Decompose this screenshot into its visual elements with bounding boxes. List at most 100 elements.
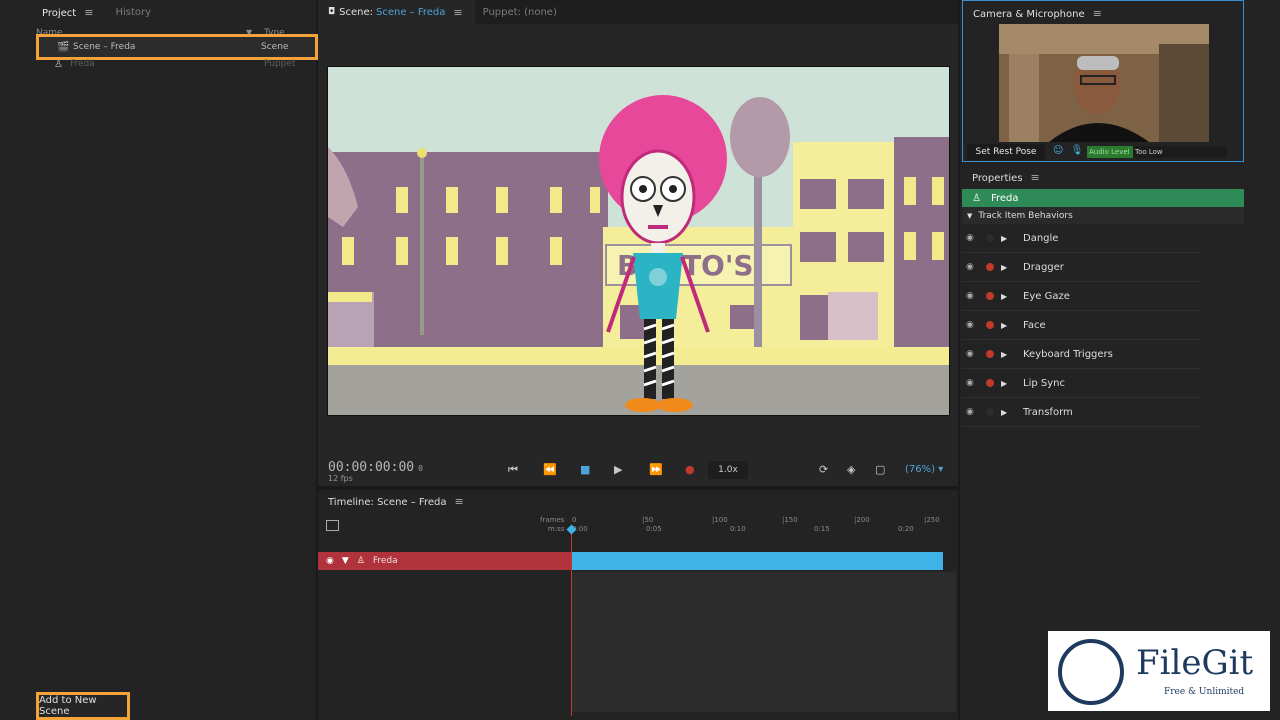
arm-record-dot[interactable] — [986, 379, 994, 387]
behavior-row-face[interactable]: ◉ ▶ Face — [962, 311, 1200, 340]
behaviors-header-label: Track Item Behaviors — [978, 210, 1073, 221]
behavior-row-eye-gaze[interactable]: ◉ ▶ Eye Gaze — [962, 282, 1200, 311]
camera-microphone-panel: Camera & Microphone ≡ Set Rest Pose ☺ 🎙 — [962, 0, 1244, 162]
eye-icon[interactable]: ◉ — [966, 349, 982, 359]
eye-icon[interactable]: ◉ — [966, 407, 982, 417]
arm-record-dot[interactable] — [986, 234, 994, 242]
scene-clapper-icon: 🎬 — [57, 41, 70, 53]
eye-icon[interactable]: ◉ — [326, 556, 334, 566]
ruler-time-tick: 0:20 — [898, 525, 914, 533]
timeline-panel: Timeline: Scene – Freda ≡ frames m:ss 0 0… — [318, 490, 958, 720]
audio-level-label: Audio Level — [1087, 146, 1133, 158]
ruler-frame-tick: |150 — [782, 516, 798, 524]
project-row-puppet[interactable]: ♙ Freda Puppet — [36, 57, 318, 71]
selected-puppet-bar[interactable]: ♙ Freda — [962, 189, 1244, 207]
playhead-line[interactable] — [571, 530, 572, 716]
step-back-icon[interactable]: ⏪ — [543, 463, 557, 476]
tab-history[interactable]: History — [115, 7, 151, 18]
scene-tab-name: Scene – Freda — [375, 6, 446, 18]
behavior-label: Keyboard Triggers — [1023, 348, 1113, 360]
arm-record-dot[interactable] — [986, 350, 994, 358]
behavior-row-dragger[interactable]: ◉ ▶ Dragger — [962, 253, 1200, 282]
step-forward-icon[interactable]: ⏩ — [649, 463, 663, 476]
expand-arrow-icon[interactable]: ▶ — [1001, 234, 1013, 243]
behavior-label: Dangle — [1023, 232, 1059, 244]
disclosure-triangle-icon[interactable]: ▼ — [342, 556, 349, 566]
tab-project[interactable]: Project ≡ — [42, 6, 93, 19]
expand-arrow-icon[interactable]: ▶ — [1001, 263, 1013, 272]
scene-artwork: B NITO'S — [328, 67, 949, 415]
expand-arrow-icon[interactable]: ▶ — [1001, 321, 1013, 330]
behavior-row-keyboard-triggers[interactable]: ◉ ▶ Keyboard Triggers — [962, 340, 1200, 369]
properties-title-text: Properties — [972, 173, 1023, 184]
zoom-level[interactable]: (76%) ▾ — [905, 464, 943, 475]
track-area[interactable] — [572, 572, 956, 712]
ruler-time-tick: 0:15 — [814, 525, 830, 533]
camera-feed — [999, 24, 1209, 142]
arm-record-dot[interactable] — [986, 408, 994, 416]
track-name: Freda — [372, 556, 398, 566]
frame-guide-icon[interactable]: ▢ — [875, 463, 885, 476]
behavior-label: Transform — [1023, 406, 1073, 418]
ruler-frame-tick: |50 — [642, 516, 654, 524]
timeline-title-text: Timeline: Scene – Freda — [328, 497, 447, 508]
ruler-row-labels: frames m:ss — [540, 516, 564, 534]
stop-icon[interactable]: ■ — [580, 463, 590, 476]
microphone-icon[interactable]: 🎙 — [1071, 145, 1084, 156]
panel-menu-icon[interactable]: ≡ — [1031, 171, 1040, 184]
row-name: Freda — [70, 59, 95, 69]
track-item-behaviors-header[interactable]: ▼ Track Item Behaviors — [962, 207, 1244, 224]
track-bar-freda[interactable] — [572, 552, 943, 570]
eye-icon[interactable]: ◉ — [966, 291, 982, 301]
track-header-freda[interactable]: ◉ ▼ ♙ Freda — [318, 552, 571, 570]
scene-tabs: ◘ Scene: Scene – Freda ≡ Puppet: (none) — [318, 0, 958, 24]
selected-puppet-name: Freda — [990, 192, 1019, 204]
expand-arrow-icon[interactable]: ▶ — [1001, 408, 1013, 417]
timeline-ruler[interactable]: 0 0:00 |50 0:05 |100 0:10 |150 0:15 |200… — [572, 514, 956, 540]
behavior-row-dangle[interactable]: ◉ ▶ Dangle — [962, 224, 1200, 253]
loop-icon[interactable]: ⟳ — [819, 463, 828, 476]
scene-stage[interactable]: B NITO'S — [327, 66, 950, 416]
add-to-new-scene-button[interactable]: Add to New Scene — [36, 692, 130, 720]
row-type: Puppet — [264, 59, 296, 69]
eye-icon[interactable]: ◉ — [966, 262, 982, 272]
arm-record-dot[interactable] — [986, 321, 994, 329]
panel-menu-icon[interactable]: ≡ — [84, 6, 93, 19]
behavior-row-transform[interactable]: ◉ ▶ Transform — [962, 398, 1200, 427]
eye-icon[interactable]: ◉ — [966, 378, 982, 388]
panel-menu-icon[interactable]: ≡ — [1093, 7, 1102, 20]
playback-rate[interactable]: 1.0x — [708, 461, 748, 479]
watermark-title: FileGit — [1136, 643, 1254, 683]
ruler-time-tick: 0:05 — [646, 525, 662, 533]
eye-icon[interactable]: ◉ — [966, 233, 982, 243]
behavior-row-lip-sync[interactable]: ◉ ▶ Lip Sync — [962, 369, 1200, 398]
onion-skin-icon[interactable]: ◈ — [847, 463, 855, 476]
filegit-logo-icon — [1058, 639, 1124, 705]
behavior-label: Face — [1023, 319, 1046, 331]
face-tracking-icon[interactable]: ☺ — [1053, 145, 1063, 156]
panel-menu-icon[interactable]: ≡ — [454, 495, 463, 508]
behavior-label: Eye Gaze — [1023, 290, 1070, 302]
behavior-label: Dragger — [1023, 261, 1064, 273]
expand-arrow-icon[interactable]: ▶ — [1001, 379, 1013, 388]
play-icon[interactable]: ▶ — [614, 463, 622, 476]
arm-record-dot[interactable] — [986, 292, 994, 300]
scene-panel: ◘ Scene: Scene – Freda ≡ Puppet: (none) — [318, 0, 958, 486]
panel-menu-icon[interactable]: ≡ — [453, 6, 462, 19]
disclosure-triangle-icon[interactable]: ▼ — [967, 212, 972, 220]
properties-title: Properties ≡ — [972, 171, 1040, 184]
expand-arrow-icon[interactable]: ▶ — [1001, 350, 1013, 359]
set-rest-pose-button[interactable]: Set Rest Pose — [967, 144, 1045, 160]
tab-puppet[interactable]: Puppet: (none) — [483, 7, 557, 18]
tab-scene[interactable]: ◘ Scene: Scene – Freda ≡ — [318, 0, 475, 24]
timeline-mode-icon[interactable] — [326, 520, 339, 531]
expand-arrow-icon[interactable]: ▶ — [1001, 292, 1013, 301]
record-icon[interactable]: ● — [685, 463, 695, 476]
camera-feed-image — [999, 24, 1209, 142]
ruler-frames-label: frames — [540, 516, 565, 524]
project-panel: Project ≡ History Name ▼ Type 🎬 Scene – F… — [0, 0, 318, 720]
arm-record-dot[interactable] — [986, 263, 994, 271]
go-to-start-icon[interactable]: ⏮ — [508, 463, 518, 477]
ruler-frame-tick: |200 — [854, 516, 870, 524]
eye-icon[interactable]: ◉ — [966, 320, 982, 330]
